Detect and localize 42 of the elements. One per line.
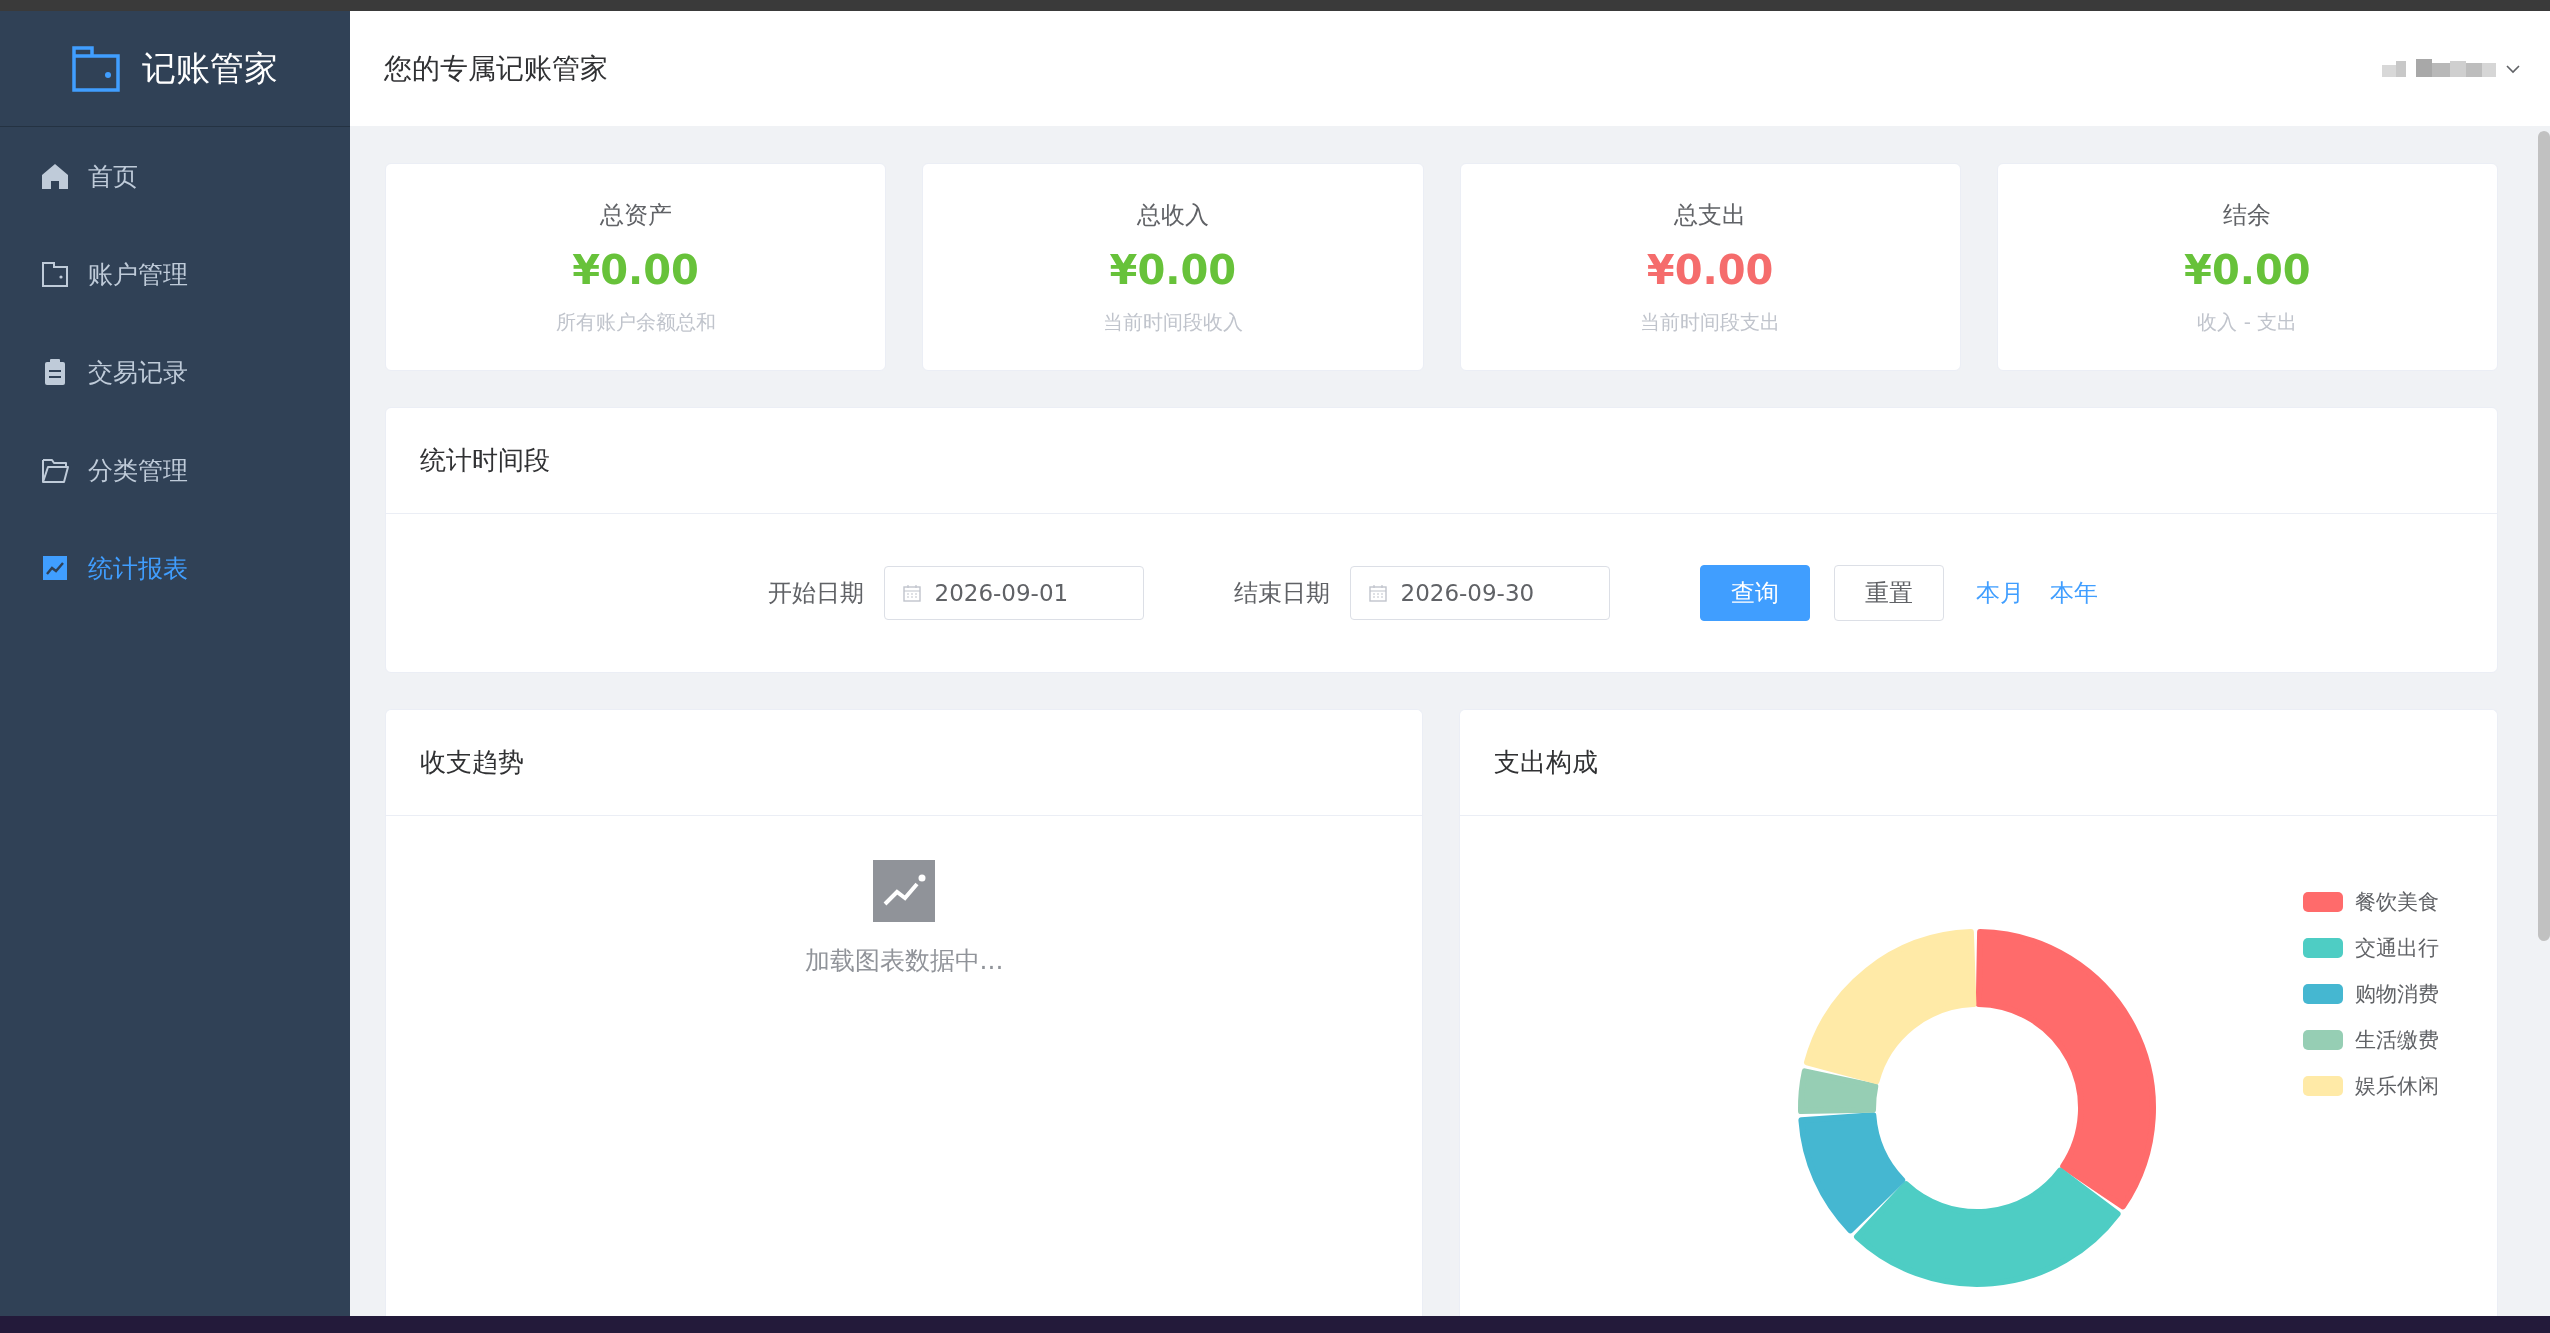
card-title: 收支趋势 bbox=[386, 710, 1422, 816]
sidebar-item[interactable]: 交易记录 bbox=[0, 323, 350, 421]
loading-text: 加载图表数据中... bbox=[804, 945, 1004, 977]
stat-note: 收入 - 支出 bbox=[2197, 308, 2298, 336]
app-logo-text: 记账管家 bbox=[142, 46, 278, 90]
card-title: 统计时间段 bbox=[386, 408, 2497, 514]
stat-note: 所有账户余额总和 bbox=[555, 308, 716, 336]
stat-title: 总资产 bbox=[599, 199, 672, 231]
sidebar-item[interactable]: 分类管理 bbox=[0, 421, 350, 519]
calendar-icon bbox=[1368, 584, 1387, 602]
sidebar-item[interactable]: 首页 bbox=[0, 127, 350, 225]
chart-icon bbox=[873, 860, 935, 922]
legend-label: 娱乐休闲 bbox=[2355, 1073, 2439, 1100]
stat-value: ¥0.00 bbox=[2184, 246, 2311, 293]
calendar-icon bbox=[902, 584, 921, 602]
card-title: 支出构成 bbox=[1460, 710, 2497, 816]
chart-icon bbox=[40, 553, 70, 583]
page-title: 您的专属记账管家 bbox=[384, 50, 608, 87]
legend-label: 生活缴费 bbox=[2355, 1027, 2439, 1054]
stat-title: 总支出 bbox=[1674, 199, 1747, 231]
date-field[interactable]: 2026-09-01 bbox=[883, 566, 1144, 620]
legend-label: 购物消费 bbox=[2355, 981, 2439, 1008]
stat-note: 当前时间段收入 bbox=[1102, 308, 1243, 336]
scrollbar[interactable] bbox=[2538, 131, 2550, 941]
wallet-icon bbox=[40, 259, 70, 289]
stat-note: 当前时间段支出 bbox=[1640, 308, 1781, 336]
legend-label: 交通出行 bbox=[2355, 935, 2439, 962]
sidebar-item[interactable]: 账户管理 bbox=[0, 225, 350, 323]
home-icon bbox=[40, 161, 70, 191]
chevron-down-icon bbox=[2506, 63, 2520, 74]
sidebar-item[interactable]: 统计报表 bbox=[0, 519, 350, 617]
wallet-icon bbox=[72, 45, 120, 92]
stat-title: 结余 bbox=[2223, 199, 2272, 231]
field-label: 开始日期 bbox=[767, 578, 864, 609]
legend-label: 餐饮美食 bbox=[2355, 889, 2439, 916]
stat-value: ¥0.00 bbox=[1646, 246, 1774, 293]
stat-value: ¥0.00 bbox=[572, 246, 699, 293]
stat-title: 总收入 bbox=[1136, 199, 1209, 231]
date-field[interactable]: 2026-09-30 bbox=[1349, 566, 1610, 620]
field-label: 结束日期 bbox=[1233, 578, 1330, 609]
reset-button[interactable]: 重置 bbox=[1833, 565, 1944, 621]
stat-value: ¥0.00 bbox=[1109, 246, 1237, 293]
